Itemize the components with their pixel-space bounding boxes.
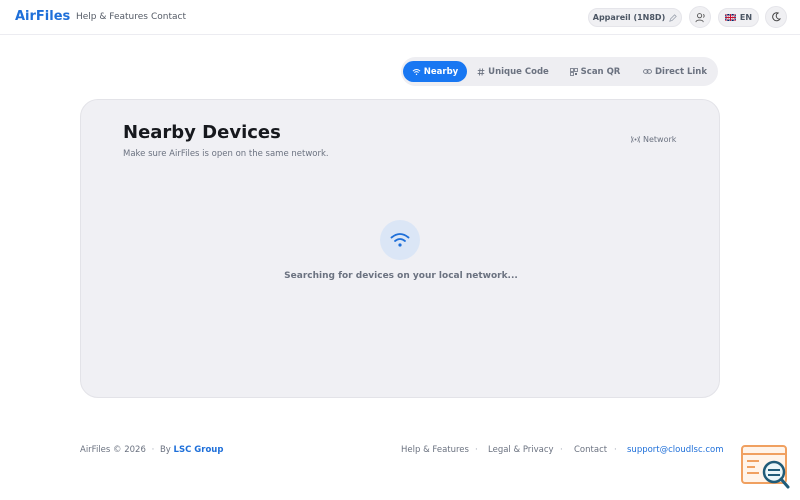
footer-contact-link[interactable]: Contact — [574, 445, 607, 455]
tab-nearby-label: Nearby — [423, 66, 459, 77]
nav-contact[interactable]: Contact — [151, 12, 186, 22]
search-status-text: Searching for devices on your local netw… — [284, 271, 518, 281]
device-name-button[interactable]: Appareil (1N8D) — [588, 8, 682, 27]
account-button[interactable] — [689, 6, 711, 28]
tab-nearby[interactable]: Nearby — [403, 61, 467, 82]
footer-support-email-link[interactable]: support@cloudlsc.com — [627, 445, 723, 455]
wifi-icon — [390, 233, 410, 247]
app-logo[interactable]: AirFiles — [15, 9, 70, 24]
tab-direct-link-label: Direct Link — [654, 66, 708, 77]
by-text: By — [159, 445, 171, 455]
uk-flag-icon — [724, 14, 736, 21]
footer-separator: · — [475, 445, 478, 455]
top-navbar: AirFiles Help & Features Contact Apparei… — [0, 0, 800, 35]
qr-icon — [569, 67, 578, 76]
language-label: EN — [739, 13, 753, 22]
nav-help-features[interactable]: Help & Features — [76, 12, 148, 22]
theme-toggle-button[interactable] — [765, 6, 787, 28]
language-button[interactable]: EN — [718, 8, 759, 27]
support-widget-button[interactable] — [741, 445, 791, 490]
network-indicator: Network — [631, 135, 676, 144]
tab-direct-link[interactable]: Direct Link — [637, 61, 713, 82]
share-method-tabs: Nearby Unique Code Scan QR Direct Link — [401, 57, 718, 86]
footer-help-features-link[interactable]: Help & Features — [401, 445, 469, 455]
footer-legal-privacy-link[interactable]: Legal & Privacy — [488, 445, 554, 455]
footer-separator: · — [151, 445, 155, 455]
tab-unique-code-label: Unique Code — [488, 66, 549, 77]
footer-separator: · — [614, 445, 617, 455]
broadcast-icon — [631, 136, 640, 143]
user-icon — [694, 12, 705, 22]
hash-icon — [477, 67, 485, 76]
wifi-icon — [412, 68, 421, 75]
page-title: Nearby Devices — [123, 122, 281, 143]
copyright-text: AirFiles © 2026 — [80, 445, 146, 455]
searching-indicator — [380, 220, 420, 260]
edit-pencil-icon — [669, 13, 678, 22]
tab-scan-qr-label: Scan QR — [580, 66, 621, 77]
company-link[interactable]: LSC Group — [174, 445, 224, 455]
moon-icon — [772, 12, 781, 22]
search-console-icon — [741, 445, 790, 489]
device-name-label: Appareil (1N8D) — [592, 13, 666, 22]
tab-scan-qr[interactable]: Scan QR — [564, 61, 626, 82]
nearby-devices-card: Nearby Devices Make sure AirFiles is ope… — [80, 99, 720, 398]
page-subtitle: Make sure AirFiles is open on the same n… — [123, 149, 329, 159]
network-label: Network — [643, 135, 677, 144]
footer-separator: · — [560, 445, 563, 455]
footer-copyright: AirFiles © 2026 · By LSC Group — [80, 445, 223, 455]
tab-unique-code[interactable]: Unique Code — [473, 61, 553, 82]
link-icon — [643, 69, 652, 74]
